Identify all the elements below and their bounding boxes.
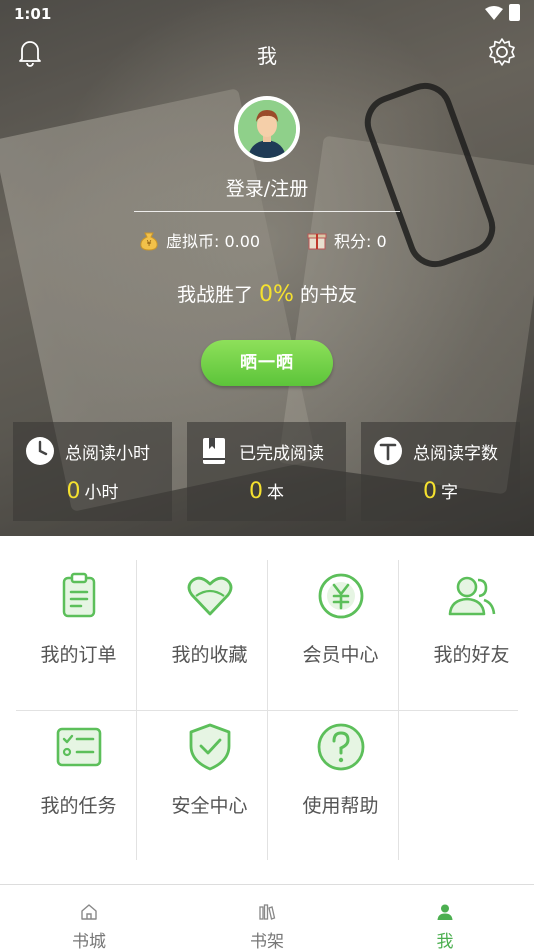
person-icon	[437, 904, 453, 920]
yuan-icon	[318, 573, 364, 619]
menu-my-favorites[interactable]: 我的收藏	[147, 560, 272, 710]
login-register-link[interactable]: 登录/注册	[0, 174, 534, 201]
task-icon	[56, 727, 102, 767]
rank-summary: 我战胜了 0% 的书友	[0, 280, 534, 307]
stat-card-books-finished: 已完成阅读 0本	[187, 422, 346, 521]
clock-icon	[26, 437, 54, 465]
home-icon	[81, 904, 97, 920]
menu-help[interactable]: 使用帮助	[278, 711, 403, 861]
text-icon	[374, 437, 402, 465]
rank-suffix: 的书友	[299, 284, 357, 306]
stat-card-words-read: 总阅读字数 0字	[361, 422, 520, 521]
book-icon	[203, 438, 225, 464]
stat-title: 总阅读小时	[65, 443, 150, 464]
nav-label: 书城	[72, 932, 106, 950]
rank-prefix: 我战胜了	[177, 284, 254, 306]
avatar[interactable]	[234, 96, 300, 162]
menu-my-orders[interactable]: 我的订单	[16, 560, 141, 710]
friends-icon	[448, 576, 496, 616]
gear-icon[interactable]	[486, 36, 518, 68]
help-icon	[317, 723, 365, 771]
virtual-coin-text: 虚拟币: 0.00	[166, 232, 261, 251]
shield-icon	[189, 723, 231, 771]
gift-icon	[307, 233, 327, 250]
stat-unit: 字	[441, 483, 458, 503]
stat-title: 总阅读字数	[413, 443, 498, 464]
user-avatar-icon	[238, 100, 296, 158]
nav-tab-bookstore[interactable]: 书城	[0, 885, 178, 950]
nav-tab-me[interactable]: 我	[356, 885, 534, 950]
profile-divider	[134, 211, 400, 212]
rank-percent: 0%	[259, 282, 294, 307]
menu-label: 安全中心	[171, 795, 248, 817]
menu-label: 我的任务	[40, 795, 117, 817]
menu-label: 会员中心	[302, 644, 379, 666]
stat-title: 已完成阅读	[239, 443, 324, 464]
menu-security-center[interactable]: 安全中心	[147, 711, 272, 861]
virtual-coin-balance: ¥ 虚拟币: 0.00	[138, 228, 260, 252]
money-bag-icon: ¥	[140, 232, 158, 251]
menu-my-tasks[interactable]: 我的任务	[16, 711, 141, 861]
points-balance: 积分: 0	[306, 228, 387, 252]
status-time: 1:01	[14, 5, 52, 23]
menu-my-friends[interactable]: 我的好友	[409, 560, 534, 710]
menu-label: 我的收藏	[171, 644, 248, 666]
stat-unit: 本	[267, 483, 284, 503]
page-title: 我	[257, 44, 277, 68]
status-icons	[485, 4, 520, 21]
menu-label: 我的好友	[433, 644, 510, 666]
stat-value: 0	[249, 479, 263, 504]
share-button[interactable]: 晒一晒	[201, 340, 333, 386]
battery-icon	[509, 4, 520, 21]
stat-value: 0	[423, 479, 437, 504]
points-text: 积分: 0	[334, 232, 387, 251]
nav-label: 我	[436, 932, 454, 950]
menu-member-center[interactable]: 会员中心	[278, 560, 403, 710]
function-grid: 我的订单 我的收藏 会员中心 我的好友 我的任务 安全中心 使用帮助	[16, 560, 518, 860]
heart-icon	[187, 576, 233, 616]
menu-label: 使用帮助	[302, 795, 379, 817]
stat-unit: 小时	[84, 483, 119, 503]
stat-value: 0	[66, 479, 81, 504]
svg-text:¥: ¥	[146, 239, 151, 248]
nav-label: 书架	[250, 932, 284, 950]
bottom-nav: 书城 书架 我	[0, 884, 534, 950]
wifi-icon	[485, 5, 503, 20]
order-icon	[62, 572, 96, 618]
stat-card-reading-hours: 总阅读小时 0 小时	[13, 422, 172, 521]
status-bar: 1:01	[0, 0, 534, 28]
bookshelf-icon	[259, 904, 276, 920]
nav-tab-bookshelf[interactable]: 书架	[178, 885, 356, 950]
menu-label: 我的订单	[40, 644, 117, 666]
